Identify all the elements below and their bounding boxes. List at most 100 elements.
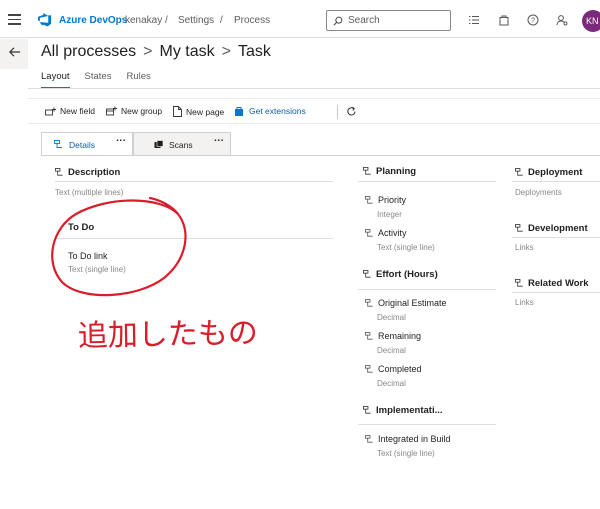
get-extensions-button[interactable]: Get extensions [234,106,306,116]
group-rule [358,289,496,290]
page-tabs-rule [41,155,600,156]
group-rule [55,238,333,239]
group-rule [512,181,600,182]
group-implementation[interactable]: Implementati... [363,405,443,416]
page-tab-details-more[interactable]: ... [116,133,126,144]
group-icon [363,167,371,175]
tab-layout[interactable]: Layout [41,71,70,89]
scans-page-icon [154,140,164,148]
list-icon[interactable] [468,14,480,26]
field-integrated-in-build[interactable]: Integrated in Build [365,434,451,444]
group-rule [512,237,600,238]
tabs-divider [28,88,600,89]
related-work-type: Links [515,298,534,307]
field-icon [365,228,373,237]
refresh-icon[interactable] [346,106,357,117]
avatar-initials: KN [586,16,599,26]
field-icon [365,434,373,443]
group-description[interactable]: Description [55,167,120,178]
page-tab-details-label: Details [69,139,95,150]
field-icon [365,331,373,340]
help-icon[interactable]: ? [527,14,539,26]
group-icon [363,406,371,414]
breadcrumb-task: Task [237,43,271,60]
annotation-text: 追加したもの [78,316,259,354]
breadcrumb-separator: > [221,43,231,60]
red-circle-mark [51,196,187,297]
org-link[interactable]: kenakay [125,15,162,26]
marketplace-icon[interactable] [498,14,510,26]
menu-icon[interactable] [8,14,21,25]
field-icon [365,195,373,204]
breadcrumb-separator: > [143,43,153,60]
tab-states[interactable]: States [85,71,112,89]
toolbar-separator [337,105,338,119]
field-remaining-type: Decimal [377,346,406,355]
new-group-icon [106,106,117,116]
field-original-estimate-type: Decimal [377,313,406,322]
tab-rules[interactable]: Rules [126,71,150,89]
group-rule [512,292,600,293]
field-original-estimate[interactable]: Original Estimate [365,298,447,308]
page: Azure DevOps kenakay / Settings / Proces… [0,0,600,509]
process-tabs: Layout States Rules [41,71,151,89]
settings-link[interactable]: Settings [178,15,214,26]
details-page-icon [54,140,62,148]
group-related-work[interactable]: Related Work [515,278,589,289]
field-priority-type: Integer [377,210,402,219]
user-settings-icon[interactable] [556,14,568,26]
new-page-icon [173,106,182,117]
page-tab-details[interactable]: Details ... [41,132,133,156]
group-todo[interactable]: To Do [68,222,94,233]
top-bar: Azure DevOps kenakay / Settings / Proces… [0,0,600,38]
breadcrumb-my-task[interactable]: My task [160,43,215,60]
field-integrated-in-build-type: Text (single line) [377,449,435,458]
group-icon [515,279,523,287]
field-completed-type: Decimal [377,379,406,388]
search-box[interactable]: Search [326,10,451,31]
field-completed[interactable]: Completed [365,364,422,374]
field-icon [55,168,63,176]
brand-link[interactable]: Azure DevOps [59,15,127,26]
process-link[interactable]: Process [234,15,270,26]
group-rule [358,424,496,425]
new-page-button[interactable]: New page [173,106,224,117]
new-group-button[interactable]: New group [106,106,162,116]
page-tab-scans-label: Scans [169,139,193,150]
layout-toolbar: New field New group New page Get extensi… [28,98,600,124]
azure-devops-logo-icon[interactable] [37,12,52,27]
group-icon [363,270,371,278]
group-rule [55,181,333,182]
new-field-icon [45,107,56,115]
group-development[interactable]: Development [515,223,588,234]
group-planning[interactable]: Planning [363,166,416,177]
back-arrow-icon[interactable] [8,46,21,58]
field-icon [365,298,373,307]
group-deployment[interactable]: Deployment [515,167,582,178]
group-icon [515,168,523,176]
field-todo-link[interactable]: To Do link [68,251,108,261]
development-type: Links [515,243,534,252]
search-icon [333,16,343,26]
field-remaining[interactable]: Remaining [365,331,421,341]
group-icon [515,224,523,232]
extensions-icon [235,107,243,116]
field-activity-type: Text (single line) [377,243,435,252]
page-tab-scans-more[interactable]: ... [214,133,224,144]
page-tab-scans[interactable]: Scans ... [133,132,231,156]
breadcrumb-all-processes[interactable]: All processes [41,43,136,60]
avatar[interactable]: KN [582,10,600,32]
group-effort[interactable]: Effort (Hours) [363,269,438,280]
search-placeholder: Search [348,15,380,26]
field-activity[interactable]: Activity [365,228,407,238]
field-icon [365,364,373,373]
group-rule [358,181,496,182]
new-field-button[interactable]: New field [45,106,95,116]
crumb-separator: / [220,15,223,26]
field-priority[interactable]: Priority [365,195,406,205]
description-type: Text (multiple lines) [55,188,124,197]
page-title: All processes > My task > Task [41,43,271,61]
deployment-type: Deployments [515,188,562,197]
field-todo-link-type: Text (single line) [68,265,126,274]
svg-text:?: ? [531,18,535,25]
